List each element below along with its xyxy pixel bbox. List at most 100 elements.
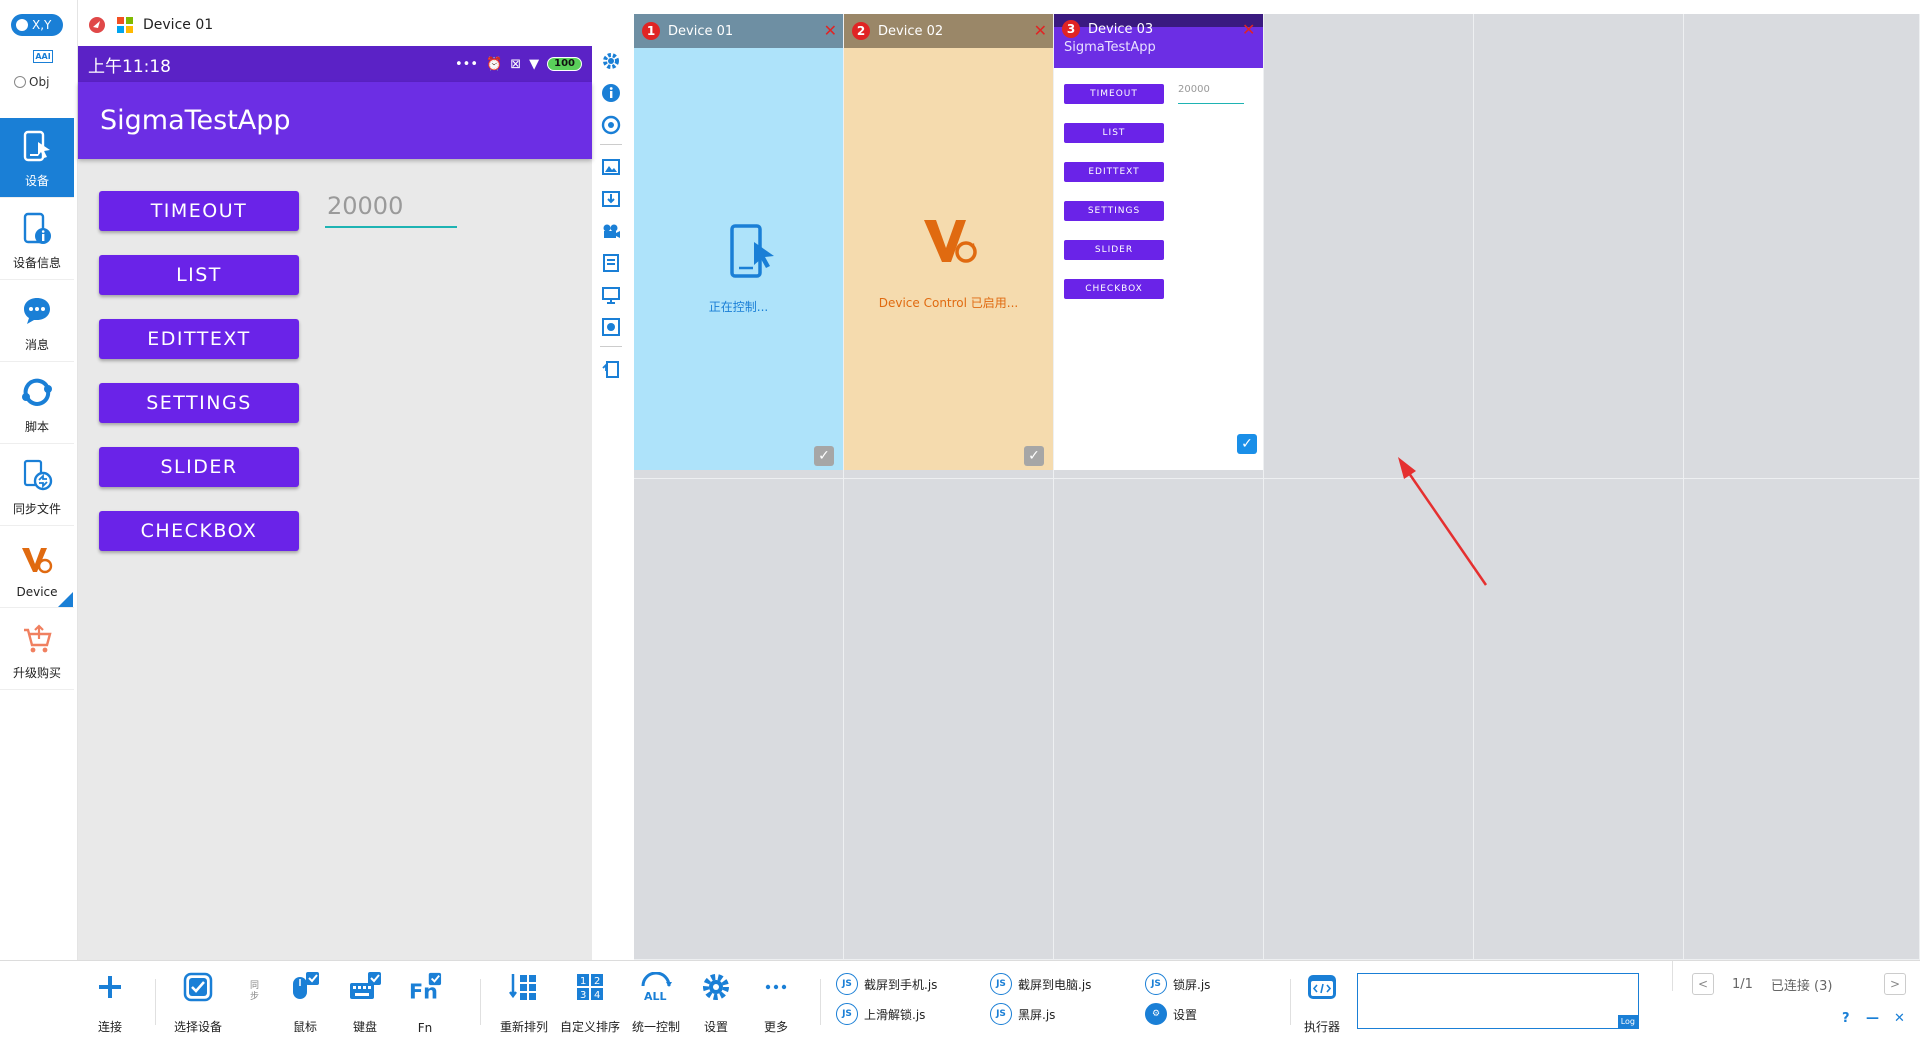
toolbar-divider <box>820 979 821 1025</box>
script-settings-shortcut[interactable]: ⚙ 设置 <box>1145 1003 1197 1025</box>
sidebar-item-label: 脚本 <box>24 420 49 434</box>
script-shortcut[interactable]: JS 锁屏.js <box>1145 973 1210 995</box>
mini-timeout-button[interactable]: TIMEOUT <box>1064 84 1164 104</box>
battery-icon: 100 <box>547 57 582 71</box>
sidebar-item-scripts[interactable]: 脚本 <box>0 364 74 444</box>
pager: < 1/1 已连接 (3) <box>1692 973 1832 995</box>
unified-control-label: 统一控制 <box>631 1020 680 1034</box>
checkbox-button[interactable]: CHECKBOX <box>99 511 299 551</box>
settings-toolbar-button[interactable]: 设置 <box>698 969 734 1035</box>
mini-edittext-button[interactable]: EDITTEXT <box>1064 162 1164 182</box>
device-card-body[interactable]: 正在控制... ✓ <box>634 48 843 470</box>
mini-settings-button[interactable]: SETTINGS <box>1064 201 1164 221</box>
sidebar-item-sync-files[interactable]: 同步文件 <box>0 446 74 526</box>
device-card-1[interactable]: 1 Device 01 ✕ 正在控制... ✓ <box>634 14 843 470</box>
sidebar-item-messages[interactable]: 消息 <box>0 282 74 362</box>
mini-app-title: SigmaTestApp <box>1064 40 1156 55</box>
sync-label: 同步 <box>250 981 260 1002</box>
script-shortcut[interactable]: JS 截屏到手机.js <box>836 973 937 995</box>
fn-sync-button[interactable]: Fn Fn <box>405 969 445 1035</box>
settings-button[interactable]: SETTINGS <box>99 383 299 423</box>
device-select-checkbox[interactable]: ✓ <box>814 446 834 466</box>
timeout-button[interactable]: TIMEOUT <box>99 191 299 231</box>
xy-mode-toggle[interactable]: X,Y <box>11 14 63 36</box>
device-card-body[interactable]: Device Control 已启用... ✓ <box>844 48 1053 470</box>
radio-circle <box>14 76 26 88</box>
screen-cast-icon[interactable] <box>595 280 627 310</box>
sidebar-item-label: 同步文件 <box>12 502 61 516</box>
close-icon[interactable]: ✕ <box>1242 20 1255 39</box>
sidebar-item-upgrade[interactable]: 升级购买 <box>0 610 74 690</box>
grid-cell <box>1054 479 1264 960</box>
shopping-cart-icon <box>20 622 54 656</box>
no-sim-icon: ⊠ <box>510 56 522 72</box>
device-card-header: 2 Device 02 ✕ <box>844 14 1053 48</box>
device-select-checkbox-checked[interactable]: ✓ <box>1237 434 1257 454</box>
chat-bubble-icon <box>20 294 54 328</box>
info-icon[interactable] <box>595 78 627 108</box>
script-shortcut[interactable]: JS 上滑解锁.js <box>836 1003 925 1025</box>
device-info-icon <box>20 212 54 246</box>
mini-timeout-input[interactable]: 20000 <box>1178 84 1244 104</box>
log-button[interactable]: Log <box>1617 1015 1638 1028</box>
list-button[interactable]: LIST <box>99 255 299 295</box>
gear-icon[interactable] <box>595 46 627 76</box>
rotate-screen-icon[interactable] <box>595 354 627 384</box>
close-icon[interactable]: ✕ <box>1034 21 1047 40</box>
keyboard-sync-button[interactable]: 键盘 <box>345 969 385 1035</box>
help-icon[interactable]: ? <box>1842 1011 1850 1026</box>
script-label: 截屏到手机.js <box>864 977 938 992</box>
alarm-icon: ⏰ <box>486 56 503 72</box>
device-number-badge: 1 <box>642 22 660 40</box>
minimize-icon[interactable]: — <box>1866 1011 1879 1026</box>
edittext-button[interactable]: EDITTEXT <box>99 319 299 359</box>
device-card-2[interactable]: 2 Device 02 ✕ Device Control 已启用... ✓ <box>844 14 1053 470</box>
timeout-input[interactable]: 20000 <box>325 192 457 228</box>
script-shortcut[interactable]: JS 截屏到电脑.js <box>990 973 1091 995</box>
js-icon: JS <box>836 973 858 995</box>
rearrange-button[interactable]: 重新排列 <box>496 969 552 1035</box>
obj-radio[interactable]: Obj <box>14 75 49 89</box>
connect-button[interactable]: 连接 <box>92 969 128 1035</box>
next-page-button[interactable]: > <box>1884 973 1906 995</box>
unified-control-button[interactable]: ALL 统一控制 <box>630 969 682 1035</box>
device-card-3[interactable]: 3 Device 03 ✕ SigmaTestApp TIMEOUT 20000… <box>1054 14 1263 470</box>
sidebar-item-device-info[interactable]: 设备信息 <box>0 200 74 280</box>
mini-checkbox-button[interactable]: CHECKBOX <box>1064 279 1164 299</box>
page-indicator: 1/1 <box>1732 976 1753 992</box>
mini-slider-button[interactable]: SLIDER <box>1064 240 1164 260</box>
select-device-button[interactable]: 选择设备 <box>170 969 226 1035</box>
selection-corner-indicator <box>58 592 73 607</box>
custom-sort-button[interactable]: 1234 自定义排序 <box>557 969 623 1035</box>
toolbar-divider <box>600 144 622 145</box>
more-button[interactable]: 更多 <box>758 969 794 1035</box>
mouse-sync-button[interactable]: 鼠标 <box>285 969 325 1035</box>
xy-toggle-label: X,Y <box>32 18 52 32</box>
device-control-logo-icon <box>20 543 54 577</box>
windows-logo-icon[interactable] <box>116 16 134 34</box>
device-select-checkbox[interactable]: ✓ <box>1024 446 1044 466</box>
rearrange-label: 重新排列 <box>499 1020 548 1034</box>
keyboard-label: 键盘 <box>352 1020 377 1034</box>
device-card-title: Device 02 <box>878 23 944 39</box>
note-icon[interactable] <box>595 248 627 278</box>
settings-gear-small-icon[interactable] <box>595 312 627 342</box>
script-shortcut[interactable]: JS 黑屏.js <box>990 1003 1055 1025</box>
device-card-header: 1 Device 01 ✕ <box>634 14 843 48</box>
import-image-icon[interactable] <box>595 184 627 214</box>
aai-badge[interactable]: AAI <box>33 50 53 63</box>
slider-button[interactable]: SLIDER <box>99 447 299 487</box>
toolbar-divider <box>155 979 156 1025</box>
executor-output-box[interactable]: Log <box>1357 973 1639 1029</box>
screenshot-icon[interactable] <box>595 152 627 182</box>
mini-list-button[interactable]: LIST <box>1064 123 1164 143</box>
close-window-icon[interactable]: ✕ <box>1894 1011 1905 1026</box>
video-record-icon[interactable] <box>595 216 627 246</box>
prev-page-button[interactable]: < <box>1692 973 1714 995</box>
sidebar-item-device[interactable]: 设备 <box>0 118 74 198</box>
target-icon[interactable] <box>595 110 627 140</box>
executor-button[interactable]: 执行器 <box>1300 969 1344 1035</box>
phone-screen[interactable]: 上午11:18 ••• ⏰ ⊠ ▼ 100 SigmaTestApp TIMEO… <box>78 46 592 960</box>
close-icon[interactable]: ✕ <box>824 21 837 40</box>
red-arrow-icon[interactable] <box>88 16 106 34</box>
